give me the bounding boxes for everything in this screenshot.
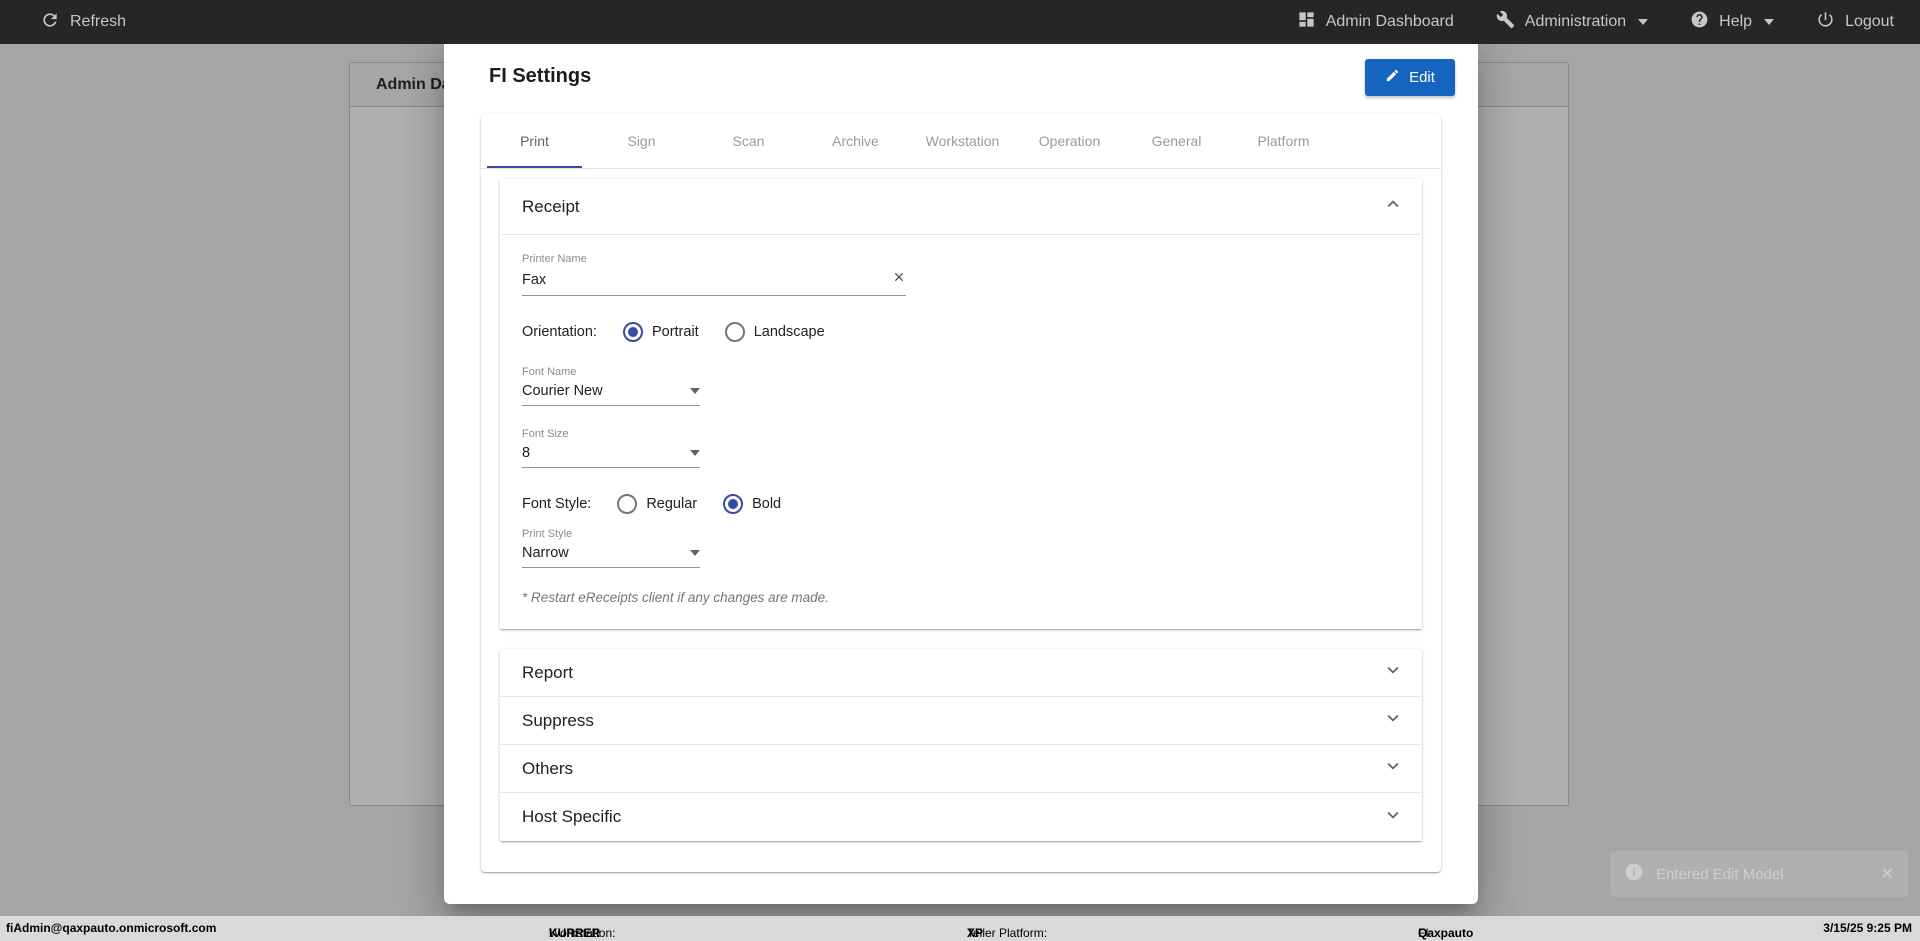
tab-print[interactable]: Print: [481, 114, 588, 168]
tab-archive[interactable]: Archive: [802, 114, 909, 168]
font-name-select[interactable]: Courier New: [522, 383, 700, 406]
tab-platform[interactable]: Platform: [1230, 114, 1337, 168]
datetime: 3/15/25 9:25 PM: [1823, 921, 1912, 935]
font-size-value: 8: [522, 445, 531, 461]
chevron-down-icon: [1764, 19, 1775, 25]
radio-selected-icon[interactable]: [622, 322, 643, 342]
admin-dashboard-button[interactable]: Admin Dashboard: [1297, 10, 1454, 34]
section-host-specific[interactable]: Host Specific: [500, 793, 1422, 841]
font-style-regular-option[interactable]: Regular: [617, 494, 697, 514]
tab-workstation[interactable]: Workstation: [909, 114, 1016, 168]
section-others-title: Others: [522, 758, 574, 778]
toast-close-icon[interactable]: ✕: [1881, 864, 1894, 884]
admin-dashboard-label: Admin Dashboard: [1325, 13, 1454, 30]
topbar: Refresh Admin Dashboard Administration H…: [0, 0, 1920, 44]
receipt-panel-header[interactable]: Receipt: [500, 179, 1422, 234]
printer-name-field: Printer Name Fax: [522, 253, 1400, 296]
radio-unselected-icon[interactable]: [617, 494, 638, 514]
info-icon: [1624, 862, 1644, 886]
teller-platform-value: XP: [967, 926, 984, 940]
receipt-panel-title: Receipt: [522, 196, 580, 216]
font-name-value: Courier New: [522, 383, 603, 399]
settings-card: Print Sign Scan Archive Workstation Oper…: [481, 114, 1441, 872]
wrench-icon: [1496, 10, 1515, 34]
clear-icon[interactable]: [892, 270, 906, 289]
font-style-label: Font Style:: [522, 496, 592, 512]
dropdown-caret-icon[interactable]: [690, 550, 700, 556]
modal-title: FI Settings: [489, 65, 592, 87]
receipt-panel-body: Printer Name Fax Orientation: Portrait L…: [500, 235, 1422, 629]
help-menu[interactable]: Help: [1690, 10, 1775, 34]
status-bar: fiAdmin@qaxpauto.onmicrosoft.com Worksta…: [0, 916, 1920, 941]
dropdown-caret-icon[interactable]: [690, 388, 700, 394]
logout-label: Logout: [1845, 13, 1894, 30]
fi-settings-modal: FI Settings Edit Print Sign Scan Archive…: [444, 37, 1478, 904]
dropdown-caret-icon[interactable]: [690, 450, 700, 456]
orientation-landscape-label: Landscape: [753, 324, 825, 340]
edit-button-label: Edit: [1409, 69, 1435, 86]
chevron-down-icon: [1638, 19, 1649, 25]
orientation-label: Orientation:: [522, 324, 597, 340]
print-style-field: Print Style Narrow: [522, 528, 1400, 568]
orientation-portrait-option[interactable]: Portrait: [622, 322, 699, 342]
power-icon: [1816, 10, 1835, 34]
refresh-button[interactable]: Refresh: [40, 10, 126, 35]
section-report[interactable]: Report: [500, 649, 1422, 697]
logged-in-user: fiAdmin@qaxpauto.onmicrosoft.com: [6, 921, 217, 935]
chevron-down-icon[interactable]: [1382, 804, 1404, 831]
refresh-icon: [40, 10, 60, 35]
chevron-down-icon[interactable]: [1382, 659, 1404, 686]
tab-sign[interactable]: Sign: [588, 114, 695, 168]
orientation-portrait-label: Portrait: [651, 324, 699, 340]
font-size-field: Font Size 8: [522, 428, 1400, 468]
pencil-icon: [1385, 68, 1400, 87]
print-style-value: Narrow: [522, 545, 569, 561]
accordion-area: Receipt Printer Name Fax Orientation: Po…: [481, 169, 1441, 841]
tab-scan[interactable]: Scan: [695, 114, 802, 168]
section-suppress-title: Suppress: [522, 710, 594, 730]
orientation-group: Orientation: Portrait Landscape: [522, 322, 1400, 342]
font-size-label: Font Size: [522, 428, 569, 440]
printer-name-label: Printer Name: [522, 253, 587, 265]
tab-general[interactable]: General: [1123, 114, 1230, 168]
logout-button[interactable]: Logout: [1816, 10, 1894, 34]
administration-menu[interactable]: Administration: [1496, 10, 1649, 34]
dashboard-icon: [1297, 10, 1316, 34]
fi-value: Qaxpauto: [1418, 926, 1474, 940]
font-style-bold-option[interactable]: Bold: [723, 494, 781, 514]
font-style-regular-label: Regular: [646, 496, 698, 512]
collapsed-sections: Report Suppress Others Host Specific: [500, 649, 1422, 841]
chevron-up-icon[interactable]: [1382, 193, 1404, 220]
help-label: Help: [1719, 13, 1753, 30]
font-name-label: Font Name: [522, 366, 577, 378]
section-host-specific-title: Host Specific: [522, 807, 622, 826]
help-icon: [1690, 10, 1709, 34]
administration-label: Administration: [1524, 13, 1627, 30]
chevron-down-icon[interactable]: [1382, 707, 1404, 734]
restart-note: * Restart eReceipts client if any change…: [522, 590, 829, 605]
printer-name-value: Fax: [522, 271, 547, 288]
print-style-label: Print Style: [522, 528, 573, 540]
printer-name-input[interactable]: Fax: [522, 270, 906, 296]
section-others[interactable]: Others: [500, 745, 1422, 793]
font-size-select[interactable]: 8: [522, 445, 700, 468]
font-style-bold-label: Bold: [752, 496, 782, 512]
tab-bar: Print Sign Scan Archive Workstation Oper…: [481, 114, 1441, 169]
section-report-title: Report: [522, 662, 574, 682]
refresh-label: Refresh: [70, 13, 127, 30]
radio-unselected-icon[interactable]: [724, 322, 745, 342]
workstation-value: KURRER: [549, 926, 601, 940]
print-style-select[interactable]: Narrow: [522, 545, 700, 568]
font-style-group: Font Style: Regular Bold: [522, 494, 1400, 514]
section-suppress[interactable]: Suppress: [500, 697, 1422, 745]
toast-notification: Entered Edit Model ✕: [1610, 851, 1908, 897]
edit-button[interactable]: Edit: [1365, 59, 1455, 96]
orientation-landscape-option[interactable]: Landscape: [724, 322, 825, 342]
tab-operation[interactable]: Operation: [1016, 114, 1123, 168]
chevron-down-icon[interactable]: [1382, 755, 1404, 782]
receipt-panel: Receipt Printer Name Fax Orientation: Po…: [500, 179, 1422, 629]
font-name-field: Font Name Courier New: [522, 366, 1400, 406]
toast-message: Entered Edit Model: [1656, 865, 1784, 883]
radio-selected-icon[interactable]: [723, 494, 744, 514]
